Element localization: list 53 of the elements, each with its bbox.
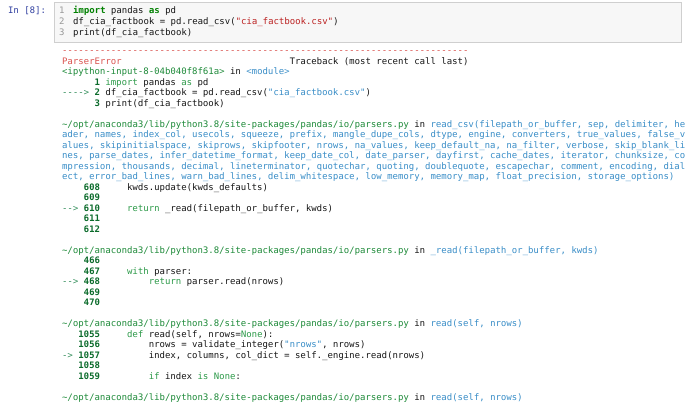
line-number: 1058 [78, 361, 100, 372]
code-line: print(df_cia_factbook) [73, 28, 192, 39]
traceback-line: ~/opt/anaconda3/lib/python3.8/site-packages/pandas/io/parsers.py in read(self, nrows) [62, 319, 523, 330]
code-cell[interactable]: 1 import pandas as pd 2 df_cia_factbook = pd.read_csv("cia_factbook.csv") 3 print(df_cia_factbook) [54, 2, 682, 43]
traceback-line: index, columns, col_dict = self._engine.read(nrows) [148, 350, 426, 361]
line-number: 609 [84, 193, 100, 204]
traceback-line: --------------------------------------------------------------------------- [62, 46, 468, 56]
line-number: 467 [84, 266, 100, 277]
traceback-line: ~/opt/anaconda3/lib/python3.8/site-packages/pandas/io/parsers.py in _read(filepath_or_buffer, kwds) [62, 246, 598, 256]
traceback-line: <ipython-input-8-04b040f8f61a> in <module> [62, 67, 290, 78]
line-number: 3 [59, 28, 66, 39]
traceback-line: ~/opt/anaconda3/lib/python3.8/site-packages/pandas/io/parsers.py in read(self, nrows) [62, 392, 523, 403]
line-number: 3 [94, 98, 100, 109]
traceback-line: if index is None: [148, 372, 241, 382]
line-number: 1056 [78, 340, 100, 350]
traceback-line: with parser: [126, 266, 192, 277]
line-number: 470 [84, 298, 100, 308]
traceback-line: return parser.read(nrows) [148, 277, 284, 288]
traceback-line: df_cia_factbook = pd.read_csv("cia_factbook.csv") [104, 88, 371, 98]
line-number: 2 [94, 88, 100, 98]
line-number: 610 [84, 204, 100, 214]
arrow-marker: -> [62, 350, 73, 361]
line-number: 468 [84, 277, 100, 288]
line-number: 612 [84, 224, 100, 235]
line-number: 1057 [78, 350, 100, 361]
input-prompt: In [8]: [7, 5, 47, 16]
traceback-line: ect, error_bad_lines, warn_bad_lines, delim_whitespace, low_memory, memory_map, float_precision, storage_options) [62, 172, 674, 182]
traceback-line: kwds.update(kwds_defaults) [126, 182, 268, 193]
line-number: 1055 [78, 330, 100, 340]
line-number: 1 [59, 6, 66, 17]
traceback-line: ader, names, index_col, usecols, squeeze, prefix, mangle_dupe_cols, dtype, engine, converters, true_values, false_v [62, 130, 686, 140]
traceback-line: nes, parse_dates, infer_datetime_format, keep_date_col, date_parser, dayfirst, cache_dates, iterator, chunksize, co [62, 151, 686, 162]
traceback-line: def read(self, nrows=None): [126, 330, 274, 340]
traceback-line: import pandas as pd [104, 78, 208, 88]
arrow-marker: --> [62, 277, 78, 288]
traceback-line: print(df_cia_factbook) [104, 98, 225, 109]
line-number: 466 [84, 256, 100, 266]
line-number: 469 [84, 288, 100, 298]
arrow-marker: --> [62, 204, 78, 214]
traceback-line: nrows = validate_integer("nrows", nrows) [148, 340, 366, 350]
traceback-line: mpression, thousands, decimal, lineterminator, quotechar, quoting, doublequote, escapechar, comment, encoding, dial [62, 162, 686, 172]
line-number: 611 [84, 214, 100, 224]
traceback-line: alues, skipinitialspace, skiprows, skipfooter, nrows, na_values, keep_default_na, na_filter, verbose, skip_blank_li [62, 140, 686, 150]
line-number: 1059 [78, 372, 100, 382]
line-number: 2 [59, 17, 66, 28]
traceback-line: ParserError Traceback (most recent call last) [62, 56, 468, 67]
code-line: import pandas as pd [73, 6, 176, 17]
traceback-line: return _read(filepath_or_buffer, kwds) [126, 204, 333, 214]
line-number: 1 [94, 78, 100, 88]
traceback-line: ~/opt/anaconda3/lib/python3.8/site-packages/pandas/io/parsers.py in read_csv(filepath_or_buffer, sep, delimiter, he [62, 120, 686, 130]
arrow-marker: ----> [62, 88, 90, 98]
line-number: 608 [84, 182, 100, 193]
code-line: df_cia_factbook = pd.read_csv("cia_factbook.csv") [73, 17, 339, 28]
